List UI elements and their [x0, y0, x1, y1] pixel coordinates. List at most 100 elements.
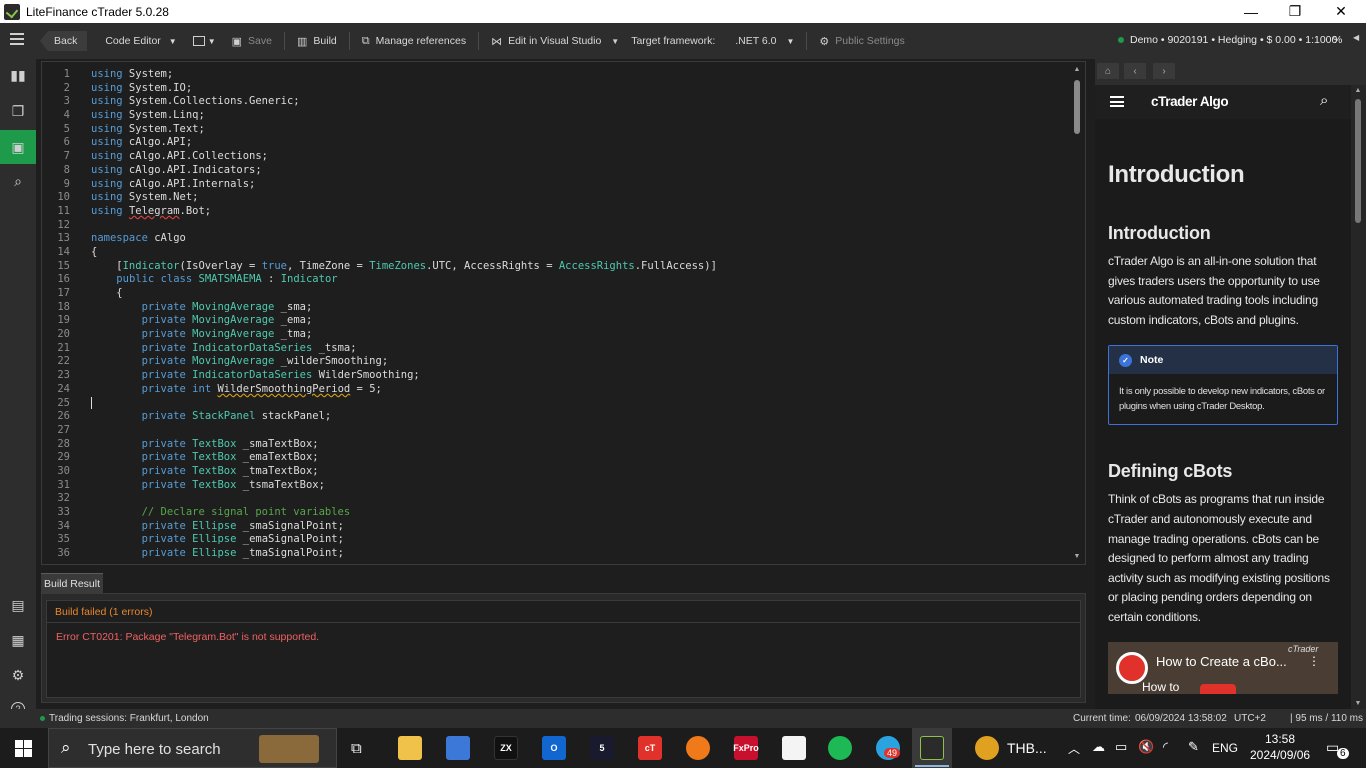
minimize-button[interactable]: — [1228, 0, 1274, 23]
wifi-icon[interactable]: ◜ [1163, 739, 1168, 755]
tab-build-result[interactable]: Build Result [41, 573, 103, 593]
code-line[interactable]: // Declare signal point variables [91, 506, 1071, 520]
docs-menu-icon[interactable] [1110, 96, 1124, 107]
code-line[interactable]: using cAlgo.API.Internals; [91, 178, 1071, 192]
sidebar-item-analyze[interactable]: ⌕ [0, 165, 36, 197]
scroll-down-icon[interactable]: ▼ [1354, 700, 1362, 707]
litefinance-ctrader-icon[interactable] [920, 736, 944, 760]
scroll-up-icon[interactable]: ▲ [1354, 87, 1362, 94]
code-line[interactable]: private TextBox _emaTextBox; [91, 451, 1071, 465]
scrollbar-thumb[interactable] [1355, 99, 1361, 223]
code-content[interactable]: using System; using System.IO; using Syste… [91, 68, 1071, 561]
clock-date[interactable]: 2024/09/06 [1250, 748, 1310, 762]
editor-scrollbar[interactable]: ▲ ▼ [1073, 66, 1081, 560]
code-line[interactable]: private StackPanel stackPanel; [91, 410, 1071, 424]
layout-toggle-button[interactable]: ▼ [185, 29, 224, 53]
code-line[interactable]: { [91, 246, 1071, 260]
public-settings-button[interactable]: ⚙ Public Settings [811, 29, 912, 53]
clock-time[interactable]: 13:58 [1265, 732, 1295, 746]
code-line[interactable] [91, 492, 1071, 506]
code-line[interactable]: using System.Net; [91, 191, 1071, 205]
code-line[interactable]: private MovingAverage _ema; [91, 314, 1071, 328]
cloud-icon[interactable]: ☁ [1092, 739, 1105, 755]
docs-scrollbar[interactable]: ▲ ▼ [1351, 85, 1366, 709]
code-line[interactable]: using cAlgo.API.Collections; [91, 150, 1071, 164]
save-button[interactable]: ▣ Save [224, 29, 280, 53]
language-indicator[interactable]: ENG [1212, 741, 1238, 755]
code-line[interactable] [91, 424, 1071, 438]
sidebar-item-store[interactable]: ▤ [0, 589, 36, 621]
code-line[interactable]: using Telegram.Bot; [91, 205, 1071, 219]
manage-references-button[interactable]: ⧉ Manage references [354, 29, 474, 53]
sidebar-item-news[interactable]: ▦ [0, 624, 36, 656]
volume-muted-icon[interactable]: 🔇 [1138, 739, 1154, 755]
timezone[interactable]: UTC+2 [1234, 713, 1266, 724]
code-editor-dropdown[interactable]: Code Editor ▼ [97, 29, 184, 53]
code-line[interactable]: private IndicatorDataSeries _tsma; [91, 342, 1071, 356]
taskbar-search-box[interactable]: ⌕ Type here to search [48, 728, 337, 768]
code-line[interactable]: private MovingAverage _wilderSmoothing; [91, 355, 1071, 369]
code-line[interactable]: using System.Text; [91, 123, 1071, 137]
sidebar-item-settings[interactable]: ⚙ [0, 659, 36, 691]
code-line[interactable]: { [91, 287, 1071, 301]
spotify-icon[interactable] [828, 736, 852, 760]
code-line[interactable]: private TextBox _tsmaTextBox; [91, 479, 1071, 493]
scrollbar-thumb[interactable] [1074, 80, 1080, 134]
code-editor[interactable]: 1 2 3 4 5 6 7 8 9 10 11 12 13 14 15 16 17 18 19 20 21 22 23 24 2… [41, 61, 1086, 565]
build-error-message[interactable]: Error CT0201: Package "Telegram.Bot" is … [47, 623, 1080, 643]
sidebar-item-copy[interactable]: ❐ [0, 95, 36, 127]
home-icon[interactable]: ⌂ [1097, 63, 1119, 79]
windows-start-icon[interactable] [15, 740, 32, 757]
code-line[interactable]: private IndicatorDataSeries WilderSmooth… [91, 369, 1071, 383]
play-button[interactable] [1200, 683, 1236, 694]
chevron-left-icon[interactable]: ◀ [1353, 33, 1359, 42]
nav-back-icon[interactable]: ‹ [1124, 63, 1146, 79]
battery-icon[interactable]: ▭ [1115, 739, 1127, 755]
sidebar-item-trade[interactable]: ▮▮ [0, 59, 36, 91]
hamburger-menu-icon[interactable] [10, 33, 24, 45]
exness-app-icon[interactable]: ZX [494, 736, 518, 760]
code-line[interactable]: private TextBox _smaTextBox; [91, 438, 1071, 452]
task-view-icon[interactable]: ⧉ [351, 740, 362, 757]
code-line[interactable]: using cAlgo.API; [91, 136, 1071, 150]
code-line[interactable] [91, 219, 1071, 233]
file-explorer-icon[interactable] [398, 736, 422, 760]
code-line[interactable]: using cAlgo.API.Indicators; [91, 164, 1071, 178]
scroll-down-icon[interactable]: ▼ [1073, 553, 1081, 560]
nav-forward-icon[interactable]: › [1153, 63, 1175, 79]
outlook-icon[interactable]: O [542, 736, 566, 760]
chevron-down-icon[interactable]: ▼ [611, 37, 619, 46]
scroll-up-icon[interactable]: ▲ [1073, 66, 1081, 73]
build-button[interactable]: ▥ Build [289, 29, 345, 53]
target-framework-select[interactable]: .NET 6.0 ▼ [727, 29, 802, 53]
sidebar-item-algo[interactable]: ▣ [0, 130, 36, 164]
code-line[interactable]: using System.Collections.Generic; [91, 95, 1071, 109]
edit-in-visual-studio-button[interactable]: ⋈ Edit in Visual Studio [483, 29, 609, 53]
coin-app-icon[interactable] [975, 736, 999, 760]
code-line[interactable]: private MovingAverage _tma; [91, 328, 1071, 342]
code-line[interactable]: private int WilderSmoothingPeriod = 5; [91, 383, 1071, 397]
code-line[interactable]: using System; [91, 68, 1071, 82]
code-line[interactable]: using System.Linq; [91, 109, 1071, 123]
code-line[interactable]: public class SMATSMAEMA : Indicator [91, 273, 1071, 287]
code-line[interactable]: private Ellipse _emaSignalPoint; [91, 533, 1071, 547]
back-button[interactable]: Back [40, 31, 88, 51]
document-icon[interactable] [782, 736, 806, 760]
chevron-up-icon[interactable]: ︿ [1068, 740, 1080, 757]
code-line[interactable]: private TextBox _tmaTextBox; [91, 465, 1071, 479]
code-line[interactable]: using System.IO; [91, 82, 1071, 96]
stats-app-icon[interactable] [686, 736, 710, 760]
code-line[interactable]: namespace cAlgo [91, 232, 1071, 246]
code-line[interactable]: [Indicator(IsOverlay = true, TimeZone = … [91, 260, 1071, 274]
mt5-app-icon[interactable]: 5 [590, 736, 614, 760]
video-embed[interactable]: How to Create a cBo... cTrader ⋮ How to [1108, 641, 1338, 694]
account-info[interactable]: Demo • 9020191 • Hedging • $ 0.00 • 1:10… [1130, 34, 1337, 46]
close-button[interactable]: ✕ [1318, 0, 1364, 23]
fxpro-app-icon[interactable]: FxPro [733, 736, 759, 760]
code-line[interactable]: private MovingAverage _sma; [91, 301, 1071, 315]
pinned-app-label[interactable]: THB... [1007, 740, 1047, 756]
code-line[interactable] [91, 396, 1071, 411]
pen-icon[interactable]: ✎ [1188, 739, 1199, 755]
percent-toggle[interactable]: % [1333, 34, 1342, 46]
ctrader-app-icon[interactable]: cT [638, 736, 662, 760]
